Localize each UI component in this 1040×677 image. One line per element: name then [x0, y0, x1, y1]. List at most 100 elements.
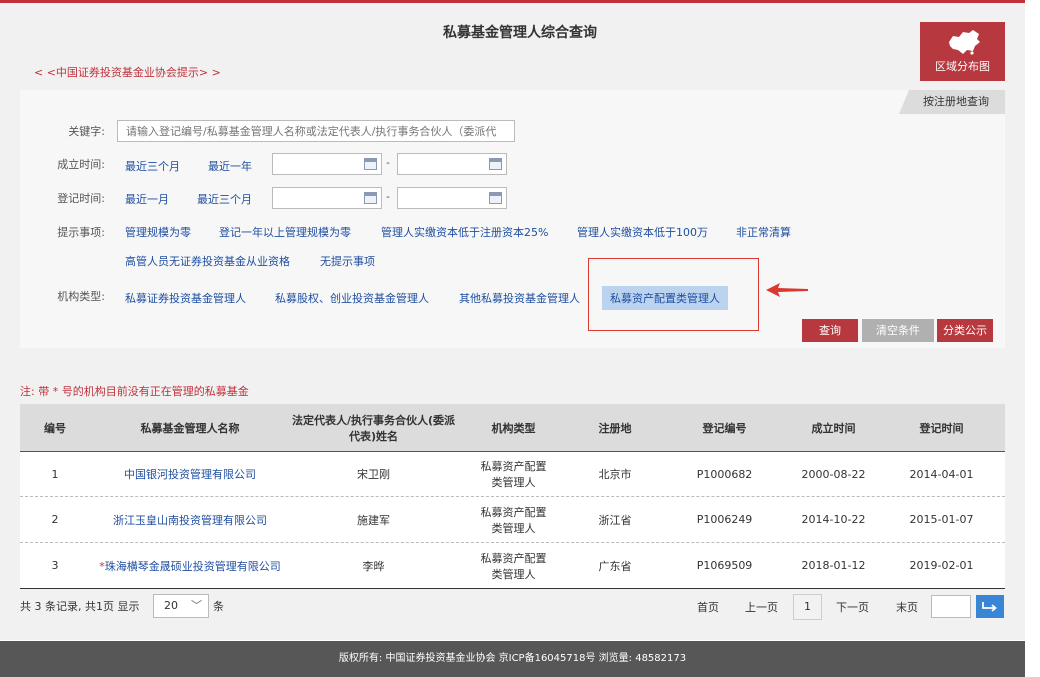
- note-paid-capital-below-1m[interactable]: 管理人实缴资本低于100万: [577, 224, 708, 240]
- enter-arrow-icon: [982, 602, 997, 612]
- table-header: 编号 私募基金管理人名称 法定代表人/执行事务合伙人(委派代表)姓名 机构类型 …: [20, 404, 1005, 451]
- established-time-label: 成立时间:: [57, 158, 105, 171]
- calendar-icon[interactable]: [364, 192, 377, 204]
- cell-registered: 2019-02-01: [909, 559, 974, 572]
- pager-next[interactable]: 下一页: [836, 599, 869, 615]
- col-header-place[interactable]: 注册地: [570, 404, 660, 451]
- established-start-date-input[interactable]: [272, 153, 382, 175]
- results-table: 编号 私募基金管理人名称 法定代表人/执行事务合伙人(委派代表)姓名 机构类型 …: [20, 404, 1005, 589]
- chevron-down-icon: ﹀: [191, 599, 202, 612]
- manager-name-link[interactable]: 浙江玉皇山南投资管理有限公司: [107, 512, 273, 528]
- page-title: 私募基金管理人综合查询: [443, 25, 597, 41]
- org-type-other[interactable]: 其他私募投资基金管理人: [459, 290, 580, 306]
- registered-last-month[interactable]: 最近一月: [125, 191, 169, 207]
- association-tip-link[interactable]: < <中国证券投资基金业协会提示> >: [34, 64, 221, 80]
- col-header-code[interactable]: 登记编号: [660, 404, 789, 451]
- established-last-3-months[interactable]: 最近三个月: [125, 158, 180, 174]
- page-jump-input[interactable]: [931, 595, 971, 618]
- cell-established: 2014-10-22: [801, 513, 866, 526]
- cell-org-type: 私募资产配置类管理人: [480, 505, 547, 535]
- cell-registered: 2014-04-01: [909, 467, 974, 481]
- page-size-unit: 条: [213, 600, 224, 613]
- cell-org-type: 私募资产配置类管理人: [480, 460, 547, 489]
- cell-name: 中国银河投资管理有限公司: [90, 452, 290, 496]
- pager-current-page[interactable]: 1: [793, 594, 822, 620]
- pager-first[interactable]: 首页: [697, 599, 719, 615]
- col-header-registered[interactable]: 登记时间: [878, 404, 1005, 451]
- note-paid-capital-below-25[interactable]: 管理人实缴资本低于注册资本25%: [381, 224, 548, 240]
- footer-copyright: 版权所有: 中国证券投资基金业协会 京ICP备16045718号 浏览量: 48…: [0, 641, 1025, 677]
- org-type-equity-vc[interactable]: 私募股权、创业投资基金管理人: [275, 290, 429, 306]
- star-note: 注: 带 * 号的机构目前没有正在管理的私募基金: [20, 385, 249, 398]
- table-row: 2 浙江玉皇山南投资管理有限公司 施建军 私募资产配置类管理人 浙江省 P100…: [20, 497, 1005, 543]
- region-button-label: 区域分布图: [935, 60, 990, 73]
- cell-registered: 2015-01-07: [909, 513, 974, 526]
- annotation-arrow-icon: [766, 283, 808, 297]
- region-distribution-button[interactable]: 区域分布图: [920, 22, 1005, 81]
- org-type-label: 机构类型:: [57, 290, 105, 303]
- cell-representative: 李晔: [362, 559, 385, 573]
- page-size-select[interactable]: 20 ﹀: [153, 594, 209, 618]
- manager-name: 珠海横琴金晟硕业投资管理有限公司: [104, 559, 281, 573]
- cell-established: 2000-08-22: [801, 467, 866, 481]
- keyword-search-input[interactable]: [117, 120, 515, 142]
- manager-name-link[interactable]: 中国银河投资管理有限公司: [118, 466, 262, 482]
- cell-name: 浙江玉皇山南投资管理有限公司: [90, 497, 290, 542]
- note-zero-scale-over-year[interactable]: 登记一年以上管理规模为零: [219, 224, 351, 240]
- calendar-icon[interactable]: [489, 192, 502, 204]
- classification-publish-button[interactable]: 分类公示: [937, 319, 993, 342]
- clear-conditions-button[interactable]: 清空条件: [862, 319, 934, 342]
- china-map-icon: [948, 30, 980, 55]
- established-last-year[interactable]: 最近一年: [208, 158, 252, 174]
- tab-register-place[interactable]: 按注册地查询: [899, 90, 1005, 114]
- calendar-icon[interactable]: [364, 158, 377, 170]
- keyword-label: 关键字:: [68, 125, 105, 138]
- note-abnormal-liquidation[interactable]: 非正常清算: [736, 224, 791, 240]
- calendar-icon[interactable]: [489, 158, 502, 170]
- org-type-securities[interactable]: 私募证券投资基金管理人: [125, 290, 246, 306]
- cell-no: 3: [51, 559, 59, 572]
- cell-no: 2: [51, 513, 59, 526]
- cell-code: P1069509: [696, 559, 753, 572]
- registered-end-date-input[interactable]: [397, 187, 507, 209]
- cell-name: *珠海横琴金晟硕业投资管理有限公司: [90, 543, 290, 588]
- table-row: 1 中国银河投资管理有限公司 宋卫刚 私募资产配置类管理人 北京市 P10006…: [20, 451, 1005, 497]
- col-header-established[interactable]: 成立时间: [789, 404, 878, 451]
- pager-summary: 共 3 条记录, 共1页 显示: [20, 600, 140, 613]
- cell-code: P1000682: [696, 467, 753, 481]
- page-jump-button[interactable]: [976, 595, 1004, 618]
- col-header-name[interactable]: 私募基金管理人名称: [90, 404, 290, 451]
- registered-last-3-months[interactable]: 最近三个月: [197, 191, 252, 207]
- pager-prev[interactable]: 上一页: [745, 599, 778, 615]
- note-none[interactable]: 无提示事项: [320, 253, 375, 269]
- manager-name-link[interactable]: *珠海横琴金晟硕业投资管理有限公司: [93, 558, 287, 574]
- cell-org-type: 私募资产配置类管理人: [480, 551, 547, 581]
- pager-last[interactable]: 末页: [896, 599, 918, 615]
- cell-place: 北京市: [598, 468, 632, 481]
- date-separator: -: [386, 190, 390, 203]
- page-size-value: 20: [164, 599, 178, 612]
- cell-representative: 宋卫刚: [357, 468, 390, 481]
- cell-code: P1006249: [696, 513, 753, 526]
- cell-no: 1: [51, 467, 59, 481]
- cell-place: 浙江省: [598, 513, 632, 527]
- manager-name: 中国银河投资管理有限公司: [124, 468, 256, 481]
- col-header-no[interactable]: 编号: [20, 404, 90, 451]
- registered-start-date-input[interactable]: [272, 187, 382, 209]
- note-no-qualification[interactable]: 高管人员无证券投资基金从业资格: [125, 253, 290, 269]
- cell-representative: 施建军: [357, 513, 390, 527]
- date-separator: -: [386, 156, 390, 169]
- manager-name: 浙江玉皇山南投资管理有限公司: [113, 513, 267, 527]
- notes-label: 提示事项:: [57, 226, 105, 239]
- col-header-representative[interactable]: 法定代表人/执行事务合伙人(委派代表)姓名: [290, 404, 457, 451]
- cell-established: 2018-01-12: [801, 559, 866, 572]
- filter-panel: 按注册地查询 关键字: 成立时间: 最近三个月 最近一年 - 登记时间: 最近一…: [20, 90, 1005, 348]
- annotation-highlight-box: [588, 258, 759, 331]
- note-zero-scale[interactable]: 管理规模为零: [125, 224, 191, 240]
- table-row: 3 *珠海横琴金晟硕业投资管理有限公司 李晔 私募资产配置类管理人 广东省 P1…: [20, 543, 1005, 589]
- cell-place: 广东省: [598, 559, 632, 573]
- established-end-date-input[interactable]: [397, 153, 507, 175]
- col-header-org-type[interactable]: 机构类型: [457, 404, 570, 451]
- query-button[interactable]: 查询: [802, 319, 858, 342]
- registered-time-label: 登记时间:: [57, 192, 105, 205]
